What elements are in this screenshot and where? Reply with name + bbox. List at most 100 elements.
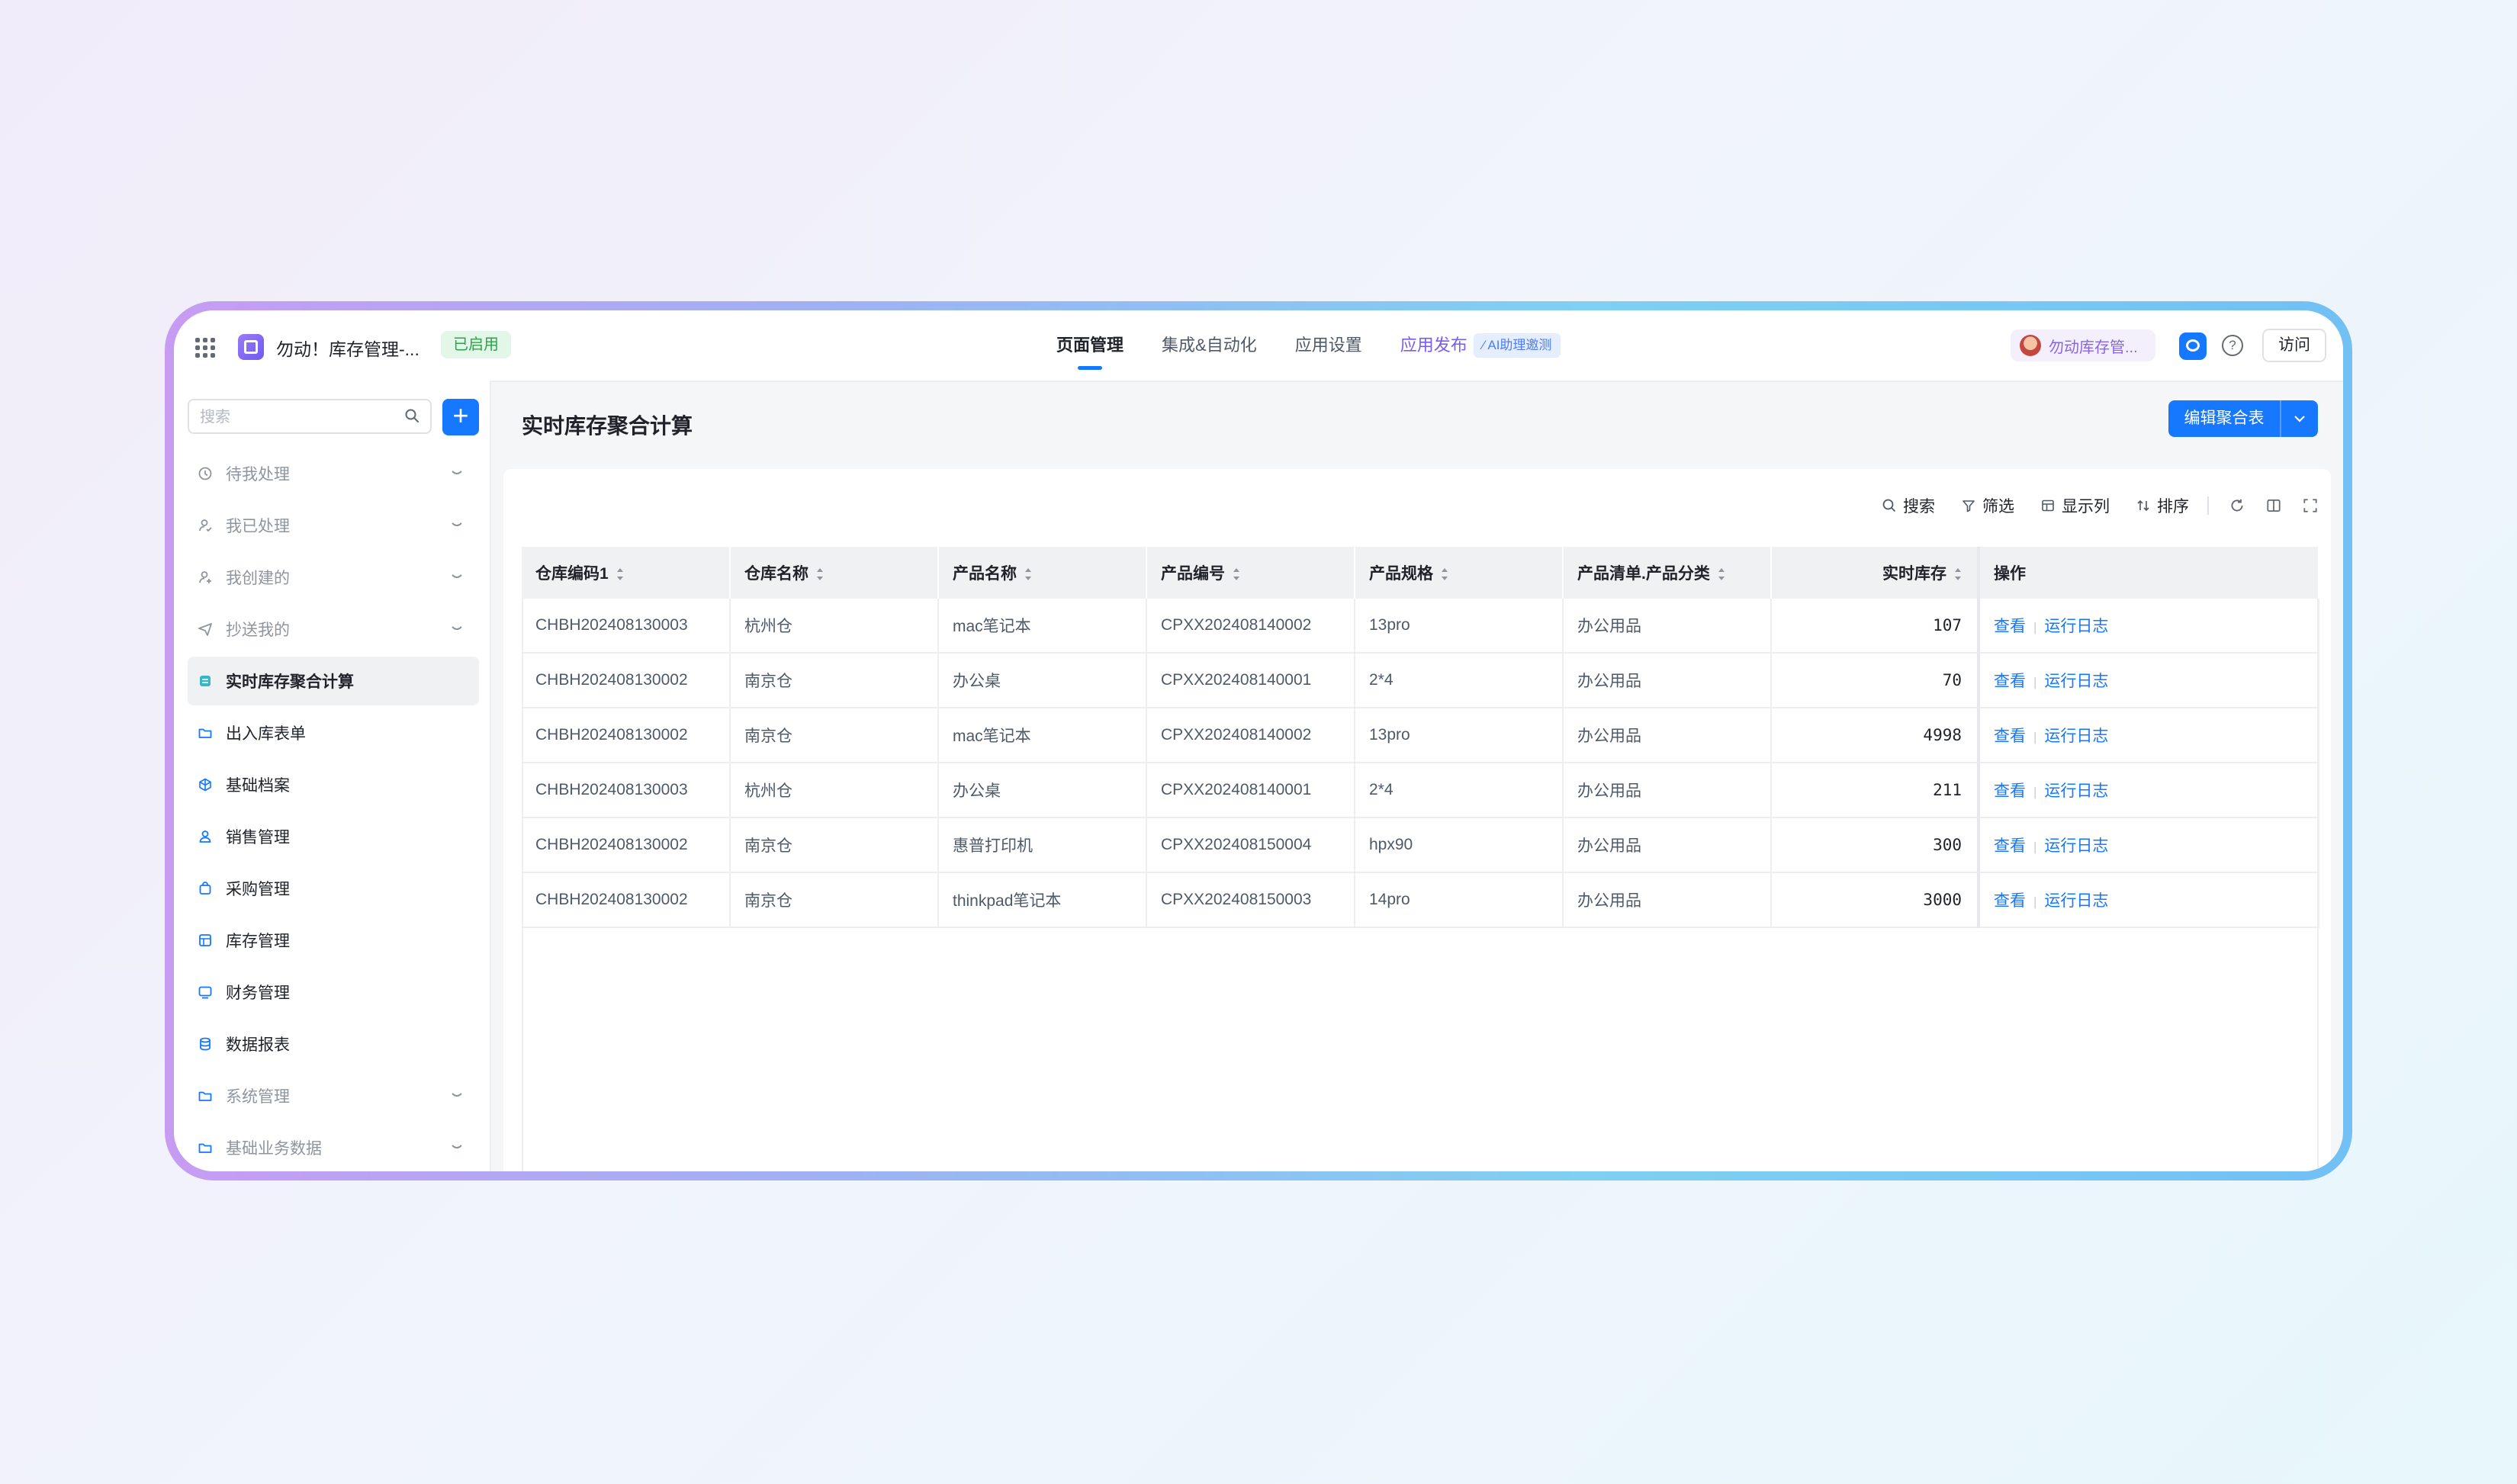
fullscreen-icon[interactable] bbox=[2302, 497, 2319, 514]
toolbar-search[interactable]: 搜索 bbox=[1882, 494, 1935, 517]
table-cell: 办公用品 bbox=[1563, 653, 1772, 708]
row-actions: 查看 | 运行日志 bbox=[1977, 599, 2319, 654]
sidebar-item-realtime-inventory[interactable]: 实时库存聚合计算 bbox=[188, 657, 479, 705]
sidebar-item-reports[interactable]: 数据报表 bbox=[188, 1020, 479, 1068]
visit-button[interactable]: 访问 bbox=[2262, 329, 2326, 362]
app-logo-icon bbox=[238, 334, 264, 360]
split-view-icon[interactable] bbox=[2265, 497, 2282, 514]
app-title[interactable]: 勿动！库存管理-... bbox=[276, 335, 420, 361]
column-header[interactable]: 实时库存 bbox=[1771, 547, 1979, 599]
view-link[interactable]: 查看 bbox=[1994, 892, 2026, 910]
search-input[interactable] bbox=[189, 400, 392, 434]
sort-icon[interactable] bbox=[1954, 568, 1962, 581]
table-row[interactable]: CHBH202408130003 杭州仓 mac笔记本 CPXX20240814000… bbox=[522, 599, 2319, 654]
sidebar-item-sales[interactable]: 销售管理 bbox=[188, 812, 479, 861]
column-header[interactable]: 产品名称 bbox=[938, 547, 1147, 599]
run-log-link[interactable]: 运行日志 bbox=[2044, 837, 2108, 855]
column-header-label: 产品编号 bbox=[1161, 565, 1225, 583]
sidebar-item-pending[interactable]: 待我处理 bbox=[188, 449, 479, 498]
column-header[interactable]: 产品编号 bbox=[1146, 547, 1355, 599]
edit-aggregate-button[interactable]: 编辑聚合表 bbox=[2168, 400, 2280, 437]
column-header-label: 仓库编码1 bbox=[535, 565, 609, 583]
run-log-link[interactable]: 运行日志 bbox=[2044, 618, 2108, 635]
view-link[interactable]: 查看 bbox=[1994, 673, 2026, 690]
chevron-down-icon[interactable] bbox=[450, 570, 464, 583]
sidebar-menu: 待我处理 我已处理 我创建的 抄送我的 实时库存聚合计算 出入库表单 基础档案 … bbox=[188, 449, 479, 1171]
table-row[interactable]: CHBH202408130002 南京仓 惠普打印机 CPXX202408150004… bbox=[522, 817, 2319, 873]
user-chip[interactable]: 勿动库存管... bbox=[2011, 329, 2155, 361]
search-icon[interactable] bbox=[404, 408, 420, 423]
column-header[interactable]: 产品清单.产品分类 bbox=[1563, 547, 1772, 599]
tab-integration-automation[interactable]: 集成&自动化 bbox=[1162, 310, 1257, 381]
chevron-down-icon[interactable] bbox=[450, 466, 464, 480]
sidebar-item-processed[interactable]: 我已处理 bbox=[188, 501, 479, 550]
column-header[interactable]: 仓库名称 bbox=[730, 547, 939, 599]
ai-assistant-badge[interactable]: ⁄ AI助理邀测 bbox=[1473, 333, 1561, 358]
run-log-link[interactable]: 运行日志 bbox=[2044, 673, 2108, 690]
cube-icon bbox=[197, 776, 214, 793]
sidebar-item-purchase[interactable]: 采购管理 bbox=[188, 864, 479, 913]
refresh-icon[interactable] bbox=[2229, 497, 2245, 514]
toolbar-sort[interactable]: 排序 bbox=[2136, 494, 2189, 517]
sort-icon[interactable] bbox=[1441, 568, 1448, 581]
sidebar-item-system[interactable]: 系统管理 bbox=[188, 1071, 479, 1120]
tab-app-settings[interactable]: 应用设置 bbox=[1295, 310, 1362, 381]
toolbar-columns-label: 显示列 bbox=[2062, 498, 2110, 516]
help-icon[interactable]: ? bbox=[2222, 335, 2243, 356]
sidebar-item-label: 基础业务数据 bbox=[226, 1140, 322, 1158]
table-row[interactable]: CHBH202408130002 南京仓 办公桌 CPXX202408140001 2*… bbox=[522, 653, 2319, 708]
table-cell: hpx90 bbox=[1355, 817, 1564, 873]
window-frame: 勿动！库存管理-... 已启用 页面管理 集成&自动化 应用设置 应用发布 ⁄ … bbox=[165, 301, 2352, 1180]
sort-icon[interactable] bbox=[816, 568, 824, 581]
sidebar-item-created[interactable]: 我创建的 bbox=[188, 553, 479, 602]
sidebar-item-inventory[interactable]: 库存管理 bbox=[188, 916, 479, 965]
chevron-down-icon[interactable] bbox=[450, 518, 464, 532]
column-header[interactable]: 产品规格 bbox=[1355, 547, 1564, 599]
view-link[interactable]: 查看 bbox=[1994, 837, 2026, 855]
user-name: 勿动库存管... bbox=[2049, 339, 2138, 356]
add-page-button[interactable]: + bbox=[442, 399, 479, 435]
view-link[interactable]: 查看 bbox=[1994, 728, 2026, 745]
content-panel: 搜索 筛选 显示列 排序 仓库编码1 仓库名称 产品名称 产品编号 产品规格 产… bbox=[503, 469, 2331, 1171]
run-log-link[interactable]: 运行日志 bbox=[2044, 728, 2108, 745]
table-cell: 3000 bbox=[1771, 872, 1979, 928]
table-cell: CHBH202408130002 bbox=[522, 817, 731, 873]
table-cell: 70 bbox=[1771, 653, 1979, 708]
chevron-down-icon[interactable] bbox=[450, 1140, 464, 1154]
sidebar-item-cc[interactable]: 抄送我的 bbox=[188, 605, 479, 654]
action-separator: | bbox=[2033, 785, 2037, 799]
sidebar-item-business-data[interactable]: 基础业务数据 bbox=[188, 1123, 479, 1171]
table-cell: 办公桌 bbox=[938, 653, 1147, 708]
sort-icon[interactable] bbox=[1718, 568, 1725, 581]
toolbar-filter[interactable]: 筛选 bbox=[1961, 494, 2014, 517]
app-grid-icon[interactable] bbox=[195, 338, 215, 358]
run-log-link[interactable]: 运行日志 bbox=[2044, 892, 2108, 910]
toolbar-divider bbox=[2207, 496, 2209, 515]
edit-dropdown-button[interactable] bbox=[2280, 400, 2318, 437]
assistant-chat-icon[interactable] bbox=[2179, 332, 2207, 360]
column-header[interactable]: 仓库编码1 bbox=[522, 547, 731, 599]
table-row[interactable]: CHBH202408130003 杭州仓 办公桌 CPXX202408140001 2*… bbox=[522, 763, 2319, 818]
sort-icon[interactable] bbox=[1024, 568, 1032, 581]
table-cell: 2*4 bbox=[1355, 653, 1564, 708]
chevron-down-icon[interactable] bbox=[450, 1088, 464, 1102]
tab-page-management[interactable]: 页面管理 bbox=[1056, 310, 1123, 381]
sidebar-item-inout-form[interactable]: 出入库表单 bbox=[188, 708, 479, 757]
view-link[interactable]: 查看 bbox=[1994, 618, 2026, 635]
sidebar-item-finance[interactable]: 财务管理 bbox=[188, 968, 479, 1017]
run-log-link[interactable]: 运行日志 bbox=[2044, 782, 2108, 800]
sort-icon[interactable] bbox=[616, 568, 624, 581]
table-row[interactable]: CHBH202408130002 南京仓 mac笔记本 CPXX20240814000… bbox=[522, 708, 2319, 763]
toolbar-sort-label: 排序 bbox=[2157, 498, 2189, 516]
sidebar-item-label: 库存管理 bbox=[226, 933, 290, 950]
table-row[interactable]: CHBH202408130002 南京仓 thinkpad笔记本 CPXX202408… bbox=[522, 872, 2319, 928]
table-cell: 办公用品 bbox=[1563, 708, 1772, 763]
view-link[interactable]: 查看 bbox=[1994, 782, 2026, 800]
sidebar-item-basic-archive[interactable]: 基础档案 bbox=[188, 760, 479, 809]
chevron-down-icon[interactable] bbox=[450, 622, 464, 635]
table-cell: 300 bbox=[1771, 817, 1979, 873]
user-plus-icon bbox=[197, 569, 214, 586]
toolbar-columns[interactable]: 显示列 bbox=[2040, 494, 2110, 517]
tab-app-publish[interactable]: 应用发布 bbox=[1400, 310, 1467, 381]
sort-icon[interactable] bbox=[1233, 568, 1240, 581]
